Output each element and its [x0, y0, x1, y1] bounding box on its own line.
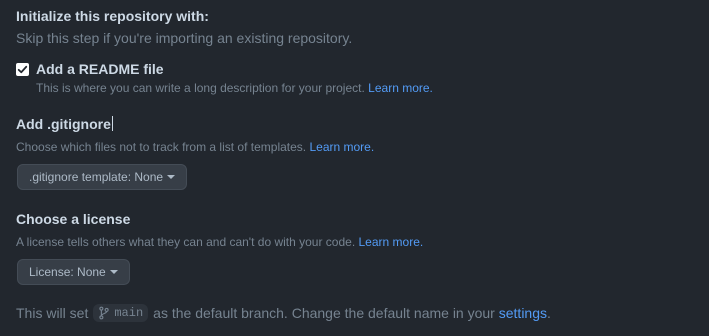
readme-learn-more-link[interactable]: Learn more. — [368, 81, 433, 95]
caret-down-icon — [167, 175, 176, 179]
git-branch-icon — [99, 306, 110, 320]
readme-label[interactable]: Add a README file — [36, 61, 164, 77]
license-description: A license tells others what they can and… — [16, 235, 423, 249]
default-branch-note: This will set main as the default branch… — [16, 304, 551, 322]
text-cursor — [111, 116, 113, 131]
init-subtitle: Skip this step if you're importing an ex… — [16, 30, 353, 46]
license-dropdown-label: License: None — [29, 265, 106, 279]
footer-period: . — [547, 305, 551, 321]
check-icon — [17, 65, 28, 73]
footer-text-after: as the default branch. Change the defaul… — [153, 305, 495, 321]
repo-init-panel: Initialize this repository with: Skip th… — [0, 0, 709, 336]
caret-down-icon — [109, 270, 118, 274]
gitignore-description: Choose which files not to track from a l… — [16, 140, 374, 154]
readme-description: This is where you can write a long descr… — [36, 81, 433, 95]
readme-option[interactable]: Add a README file — [16, 61, 164, 77]
gitignore-description-text: Choose which files not to track from a l… — [16, 140, 307, 154]
license-learn-more-link[interactable]: Learn more. — [359, 235, 424, 249]
license-dropdown[interactable]: License: None — [17, 259, 130, 285]
gitignore-template-dropdown[interactable]: .gitignore template: None — [17, 164, 188, 190]
readme-description-text: This is where you can write a long descr… — [36, 81, 365, 95]
gitignore-learn-more-link[interactable]: Learn more. — [309, 140, 374, 154]
gitignore-dropdown-label: .gitignore template: None — [29, 170, 164, 184]
gitignore-heading-text: Add .gitignore — [16, 116, 111, 132]
footer-text-before: This will set — [16, 305, 89, 321]
init-heading: Initialize this repository with: — [16, 8, 209, 24]
branch-name-badge: main — [93, 304, 149, 322]
readme-checkbox[interactable] — [16, 62, 29, 76]
license-description-text: A license tells others what they can and… — [16, 235, 356, 249]
gitignore-heading: Add .gitignore — [16, 116, 113, 132]
settings-link[interactable]: settings — [499, 305, 547, 321]
branch-name: main — [114, 306, 144, 320]
license-heading: Choose a license — [16, 211, 131, 227]
